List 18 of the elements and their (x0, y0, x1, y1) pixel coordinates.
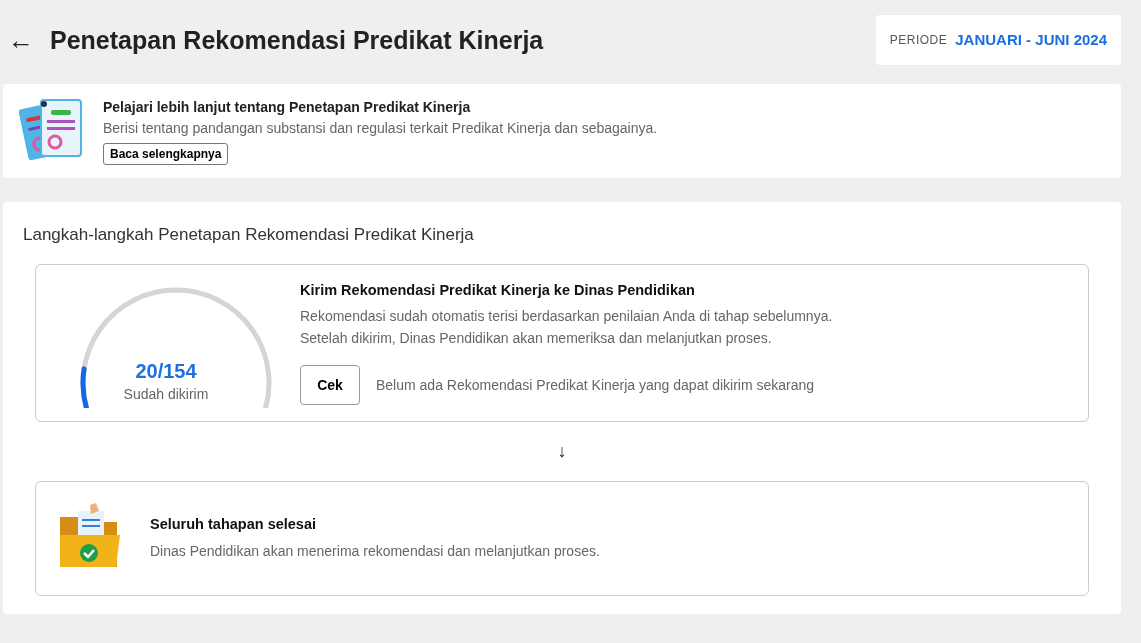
step-title: Seluruh tahapan selesai (150, 515, 317, 535)
step-description: Rekomendasi sudah otomatis terisi berdasarkan penilaian Anda di tahap sebelumnya. (300, 307, 833, 327)
section-title: Langkah-langkah Penetapan Rekomendasi Predikat Kinerja (23, 224, 475, 246)
down-arrow-icon: ↓ (552, 437, 572, 465)
period-label: PERIODE (889, 32, 948, 49)
banner-description: Berisi tentang pandangan substansi dan regulasi terkait Predikat Kinerja dan sebagainya. (103, 119, 658, 138)
period-value: JANUARI - JUNI 2024 (955, 29, 1107, 50)
read-more-button[interactable]: Baca selengkapnya (103, 143, 229, 165)
back-icon[interactable]: ← (8, 20, 34, 60)
gauge-caption: Sudah dikirim (122, 384, 210, 404)
page-title: Penetapan Rekomendasi Predikat Kinerja (50, 25, 544, 55)
step-description: Dinas Pendidikan akan menerima rekomendasi dan melanjutkan proses. (150, 541, 600, 561)
check-button[interactable]: Cek (300, 365, 360, 406)
status-note: Belum ada Rekomendasi Predikat Kinerja yang dapat dikirim sekarang (376, 375, 815, 395)
step-title: Kirim Rekomendasi Predikat Kinerja ke Dinas Pendidikan (300, 280, 696, 300)
banner-title: Pelajari lebih lanjut tentang Penetapan Predikat Kinerja (103, 98, 471, 117)
gauge-value: 20/154 (134, 358, 198, 384)
step-description: Setelah dikirim, Dinas Pendidikan akan memeriksa dan melanjutkan proses. (300, 329, 773, 349)
